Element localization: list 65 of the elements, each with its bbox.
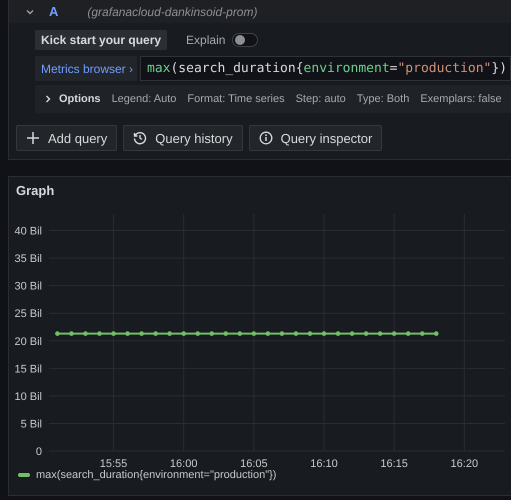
y-axis-label: 30 Bil [14, 280, 42, 293]
x-axis-label: 16:20 [450, 458, 478, 470]
query-name[interactable]: A [49, 4, 58, 19]
x-axis-label: 16:10 [310, 458, 338, 470]
x-axis-label: 16:05 [240, 458, 268, 470]
data-point [83, 331, 88, 336]
data-point [153, 331, 158, 336]
action-button[interactable]: Add query [16, 125, 118, 151]
data-point [378, 331, 382, 336]
data-point [406, 331, 410, 336]
y-axis-label: 10 Bil [14, 390, 42, 403]
y-axis-label: 20 Bil [14, 336, 42, 348]
option-summary: Exemplars: false [420, 93, 502, 105]
metrics-browser-button[interactable]: Metrics browser › [35, 56, 137, 81]
data-point [111, 331, 116, 336]
chevron-icon[interactable] [44, 94, 52, 104]
kick-start-button[interactable]: Kick start your query [35, 30, 168, 50]
y-axis-label: 25 Bil [14, 308, 42, 320]
data-point [294, 331, 298, 336]
plus-icon [26, 131, 40, 145]
panel-title: Graph [16, 183, 56, 199]
option-summary: Step: auto [296, 93, 346, 105]
data-point [55, 331, 60, 336]
data-point [434, 331, 439, 336]
data-point [420, 331, 425, 336]
data-point [308, 331, 312, 336]
action-button[interactable]: Query history [123, 125, 243, 151]
data-point [364, 331, 368, 336]
x-axis-label: 16:15 [380, 458, 408, 470]
option-summary: Format: Time series [187, 93, 285, 105]
action-button[interactable]: Query inspector [248, 125, 382, 151]
data-point [139, 331, 144, 336]
data-point [280, 331, 284, 336]
y-axis-label: 15 Bil [14, 363, 42, 376]
data-point [238, 331, 242, 336]
history-icon [133, 131, 148, 145]
data-point [181, 331, 186, 336]
data-point [336, 331, 340, 336]
data-point [209, 331, 214, 336]
data-point [97, 331, 102, 336]
data-point [322, 331, 326, 336]
query-field[interactable]: max(search_duration{environment="production"}) [140, 56, 511, 81]
y-axis-label: 35 Bil [14, 253, 42, 266]
option-summary: Legend: Auto [112, 93, 176, 105]
options-toggle[interactable]: Options [59, 93, 101, 105]
option-summary: Type: Both [356, 93, 410, 105]
data-point [69, 331, 74, 336]
y-axis-label: 0 [36, 446, 42, 458]
x-axis-label: 16:00 [170, 458, 198, 470]
info-icon [258, 131, 273, 145]
explain-label: Explain [186, 33, 226, 47]
data-point [350, 331, 354, 336]
datasource-name: (grafanacloud-dankinsoid-prom) [87, 4, 258, 18]
explain-toggle[interactable] [232, 33, 258, 47]
data-point [252, 331, 256, 336]
x-axis-label: 15:55 [100, 458, 128, 470]
data-point [167, 331, 172, 336]
data-point [266, 331, 270, 336]
data-point [125, 331, 130, 336]
y-axis-label: 5 Bil [20, 418, 42, 430]
data-point [392, 331, 396, 336]
data-point [224, 331, 228, 336]
y-axis-label: 40 Bil [14, 226, 42, 238]
legend-label[interactable]: max(search_duration{environment="production"}) [36, 469, 276, 481]
data-point [195, 331, 200, 336]
